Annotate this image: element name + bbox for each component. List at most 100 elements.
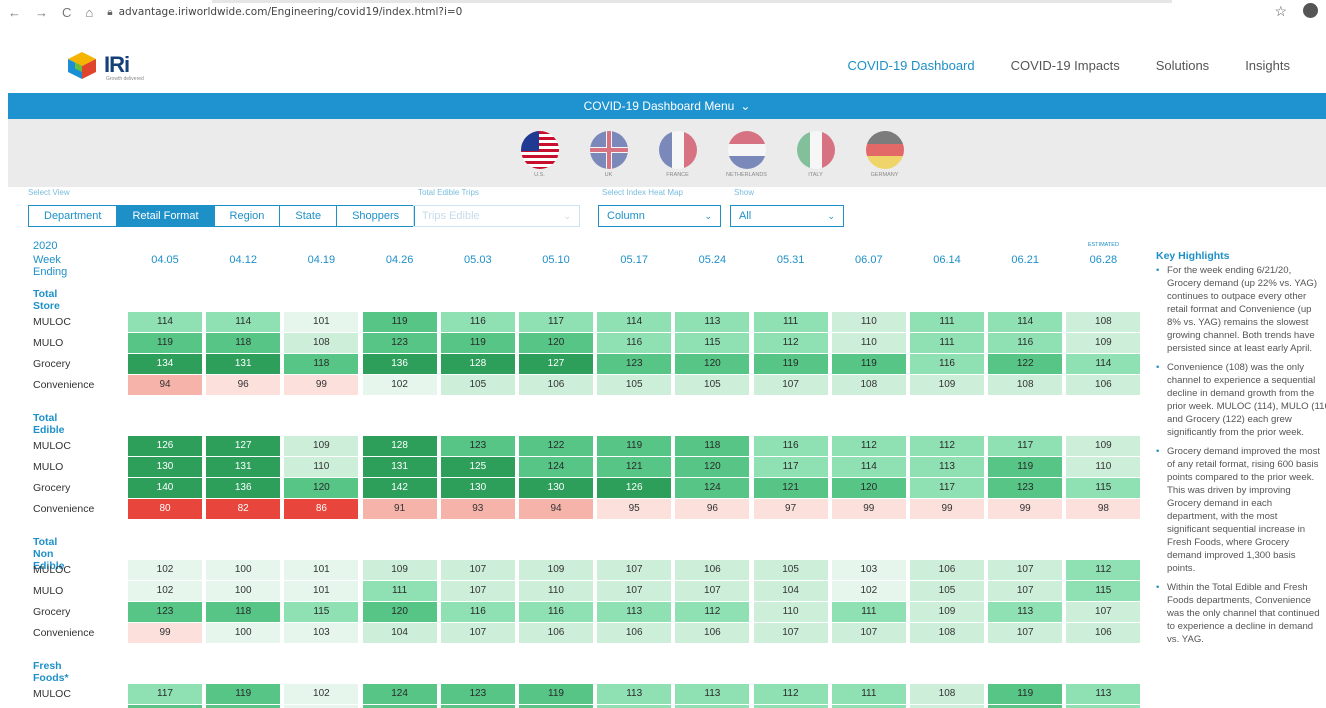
- flag-nl[interactable]: NETHERLANDS: [723, 131, 770, 178]
- segment-state[interactable]: State: [280, 206, 338, 226]
- highlight-line: retail format and Convenience (up: [1167, 304, 1312, 315]
- heatmap-cell: 123: [440, 436, 515, 456]
- heatmap-cell: 134: [128, 354, 202, 374]
- segment-shoppers[interactable]: Shoppers: [337, 206, 414, 226]
- highlight-line: Fresh Foods, where Grocery: [1167, 537, 1290, 548]
- heatmap-cell: 101: [284, 312, 359, 332]
- heatmap-cell: 105: [753, 560, 828, 580]
- highlight-line: and Grocery (122) each grew: [1167, 414, 1292, 425]
- heatmap-cell: 107: [753, 375, 828, 395]
- heatmap-cell: 104: [753, 581, 828, 601]
- nav-link-covid-19-impacts[interactable]: COVID-19 Impacts: [1011, 58, 1120, 73]
- week-date: 05.17: [620, 254, 648, 266]
- heatmap-cell: 136: [206, 478, 281, 498]
- heatmap-cell: 94: [519, 499, 593, 519]
- heatmap-cell: 101: [284, 581, 359, 601]
- segment-department[interactable]: Department: [29, 206, 118, 226]
- nav-link-covid-19-dashboard[interactable]: COVID-19 Dashboard: [847, 58, 974, 73]
- heatmap-cell: 123: [128, 602, 202, 622]
- heatmap-cell: 123: [597, 354, 672, 374]
- flag-us[interactable]: U.S.: [516, 131, 563, 178]
- nav-link-insights[interactable]: Insights: [1245, 58, 1290, 73]
- heatmap-cell: 94: [128, 375, 202, 395]
- dashboard-menu-label: COVID-19 Dashboard Menu: [583, 99, 735, 113]
- heatmap-cell: 124: [519, 457, 593, 477]
- flag-fr[interactable]: FRANCE: [654, 131, 701, 178]
- dashboard-menu-bar[interactable]: COVID-19 Dashboard Menu ⌄: [8, 93, 1326, 119]
- highlight-item: Within the Total Edible and Fresh Foods d…: [1156, 581, 1326, 646]
- heatmap-cell: 119: [519, 684, 593, 704]
- star-icon[interactable]: ☆: [1274, 3, 1287, 20]
- week-date: 05.03: [464, 254, 492, 266]
- heatmap-cell: 102: [284, 684, 359, 704]
- heatmap-cell: 99: [831, 499, 906, 519]
- heatmap-cell: 110: [284, 457, 359, 477]
- heatmap-cell: 105: [597, 375, 672, 395]
- address-bar[interactable]: 🔒︎ advantage.iriworldwide.com/Engineerin…: [107, 6, 462, 18]
- show-select[interactable]: All ⌄: [730, 205, 844, 227]
- heatmap-cell: 114: [128, 312, 202, 332]
- highlight-line: 8% vs. YAG) remains the slowest: [1167, 317, 1309, 328]
- heatmap-cell: 122: [988, 354, 1063, 374]
- profile-avatar[interactable]: [1303, 3, 1318, 18]
- heatmap-cell: 140: [128, 478, 202, 498]
- heatmap-cell: 93: [440, 499, 515, 519]
- heatmap-cell: 112: [1066, 560, 1141, 580]
- flag-caption: UK: [604, 172, 613, 178]
- iri-logo[interactable]: IRi Growth delivered: [66, 50, 144, 82]
- uk-flag-icon: [589, 131, 628, 169]
- trips-select[interactable]: Trips Edible ⌄: [413, 205, 580, 227]
- heatmap-cell: 107: [675, 581, 750, 601]
- heatmap-cell: 124: [675, 478, 750, 498]
- highlight-line: Grocery demand (up 22% vs. YAG): [1167, 278, 1318, 289]
- forward-icon[interactable]: →: [35, 5, 48, 20]
- de-flag-icon: [865, 131, 904, 169]
- heatmap-cell: 114: [988, 312, 1063, 332]
- heatmap-cell: 126: [597, 478, 672, 498]
- segment-retail-format[interactable]: Retail Format: [117, 206, 215, 226]
- week-date: 06.28: [1089, 254, 1118, 266]
- segment-region[interactable]: Region: [215, 206, 281, 226]
- flag-uk[interactable]: UK: [585, 131, 632, 178]
- heatmap-cell: 136: [362, 354, 437, 374]
- nav-link-solutions[interactable]: Solutions: [1156, 58, 1209, 73]
- heatmap-cell: 126: [128, 436, 202, 456]
- country-selector: U.S. UK FRANCE NETHERLANDS ITALY GERMANY: [8, 119, 1326, 187]
- flag-caption: NETHERLANDS: [726, 172, 767, 178]
- heatmap-cell: 117: [910, 478, 984, 498]
- heatmap-cell: 130: [519, 478, 593, 498]
- chevron-down-icon: ⌄: [827, 211, 835, 221]
- heatmap-cell: 107: [988, 581, 1063, 601]
- heatmap-cell: 109: [910, 602, 984, 622]
- heatmap-cell: 117: [988, 436, 1063, 456]
- reload-icon[interactable]: C: [62, 5, 71, 20]
- heatmap-cell: 131: [206, 354, 281, 374]
- highlight-line: decline in demand growth from the: [1167, 388, 1315, 399]
- heatmap-cell: 130: [440, 478, 515, 498]
- flag-de[interactable]: GERMANY: [861, 131, 908, 178]
- highlight-line: Grocery demand improved the most: [1167, 446, 1321, 457]
- heatmap-cell: 107: [440, 623, 515, 643]
- it-flag-icon: [796, 131, 835, 169]
- heatmap-cell: 107: [988, 623, 1063, 643]
- week-ending-label: Week Ending: [33, 254, 68, 278]
- view-segmented-control: Department Retail Format Region State Shoppe…: [28, 205, 416, 227]
- lock-icon: 🔒︎: [107, 6, 113, 18]
- heatmap-cell: 131: [206, 457, 281, 477]
- heatmap-cell: 131: [362, 457, 437, 477]
- home-icon[interactable]: ⌂: [85, 5, 93, 20]
- tab-strip: [212, 0, 1172, 3]
- flag-it[interactable]: ITALY: [792, 131, 839, 178]
- key-highlights-panel: Key Highlights For the week ending 6/21/…: [1156, 250, 1326, 652]
- heatmap-cell: 95: [597, 499, 672, 519]
- heatmap-select[interactable]: Column ⌄: [598, 205, 721, 227]
- highlight-line: growing channel. Both trends have: [1167, 330, 1315, 341]
- week-date: 04.05: [151, 254, 179, 266]
- week-date: 05.24: [698, 254, 727, 266]
- heatmap-cell: 120: [362, 602, 437, 622]
- heatmap-cell: 112: [753, 333, 828, 353]
- back-icon[interactable]: ←: [8, 5, 21, 20]
- logo-text: IRi: [104, 52, 130, 77]
- heatmap-cell: 109: [362, 560, 437, 580]
- url-text: advantage.iriworldwide.com/Engineering/c…: [118, 6, 463, 18]
